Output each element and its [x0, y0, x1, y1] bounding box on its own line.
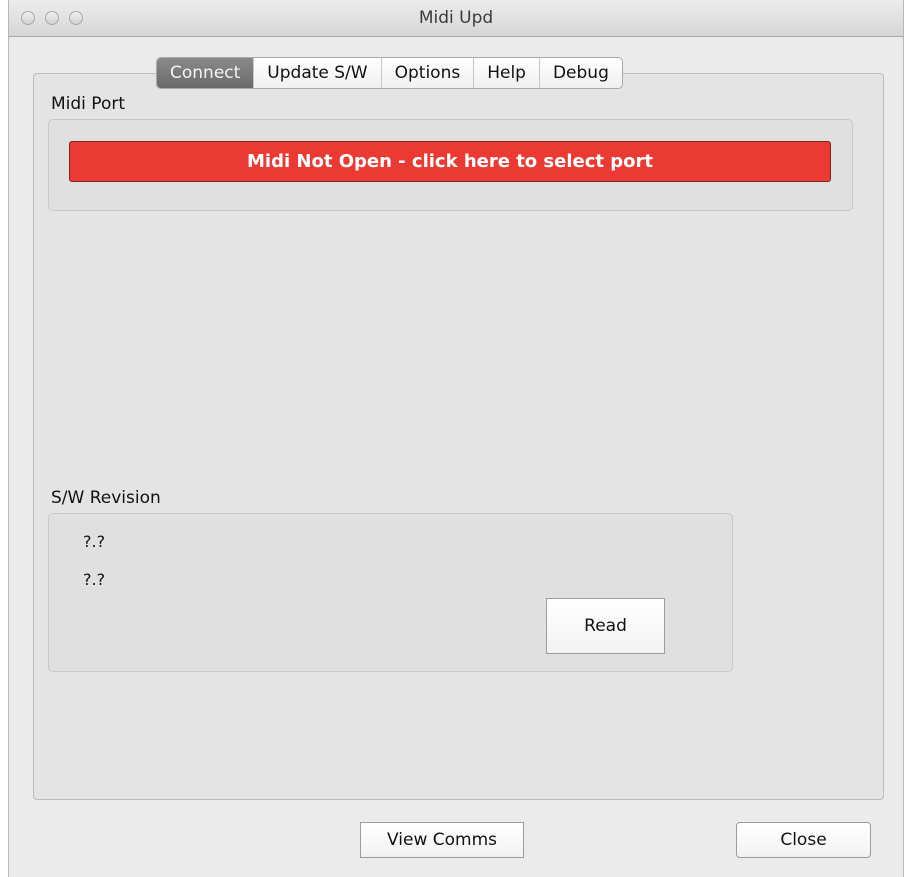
tab-options[interactable]: Options — [380, 58, 474, 88]
title-bar[interactable]: Midi Upd — [9, 0, 903, 37]
sw-revision-group: ?.? ?.? Read — [48, 513, 733, 672]
view-comms-button[interactable]: View Comms — [360, 822, 524, 858]
window-title: Midi Upd — [418, 8, 494, 28]
read-button[interactable]: Read — [546, 598, 665, 654]
tab-connect[interactable]: Connect — [157, 58, 254, 88]
tab-panel: Midi Port Midi Not Open - click here to … — [33, 73, 884, 800]
midi-port-label: Midi Port — [51, 94, 126, 114]
sw-revision-label: S/W Revision — [51, 488, 161, 508]
revision-value-1: ?.? — [83, 532, 106, 551]
close-button[interactable]: Close — [736, 822, 871, 858]
app-window: Midi Upd Midi Port Midi Not Open - click… — [8, 0, 904, 877]
revision-value-2: ?.? — [83, 570, 106, 589]
tab-help[interactable]: Help — [473, 58, 539, 88]
select-midi-port-button[interactable]: Midi Not Open - click here to select por… — [69, 141, 831, 182]
tab-debug[interactable]: Debug — [538, 58, 622, 88]
tab-bar: Connect Update S/W Options Help Debug — [156, 57, 623, 89]
midi-port-group: Midi Not Open - click here to select por… — [48, 119, 853, 211]
tab-update-sw[interactable]: Update S/W — [253, 58, 380, 88]
